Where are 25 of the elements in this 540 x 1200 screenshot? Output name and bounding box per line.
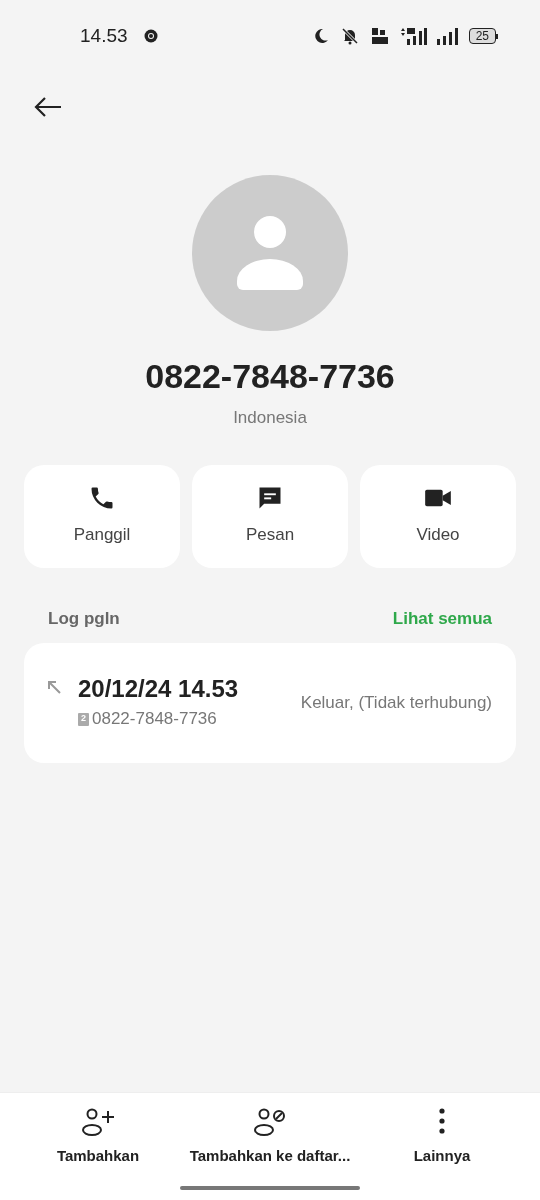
add-contact-button[interactable]: Tambahkan: [12, 1107, 184, 1168]
block-button[interactable]: Tambahkan ke daftar...: [184, 1107, 356, 1168]
message-button[interactable]: Pesan: [192, 464, 348, 568]
outgoing-arrow-icon: [46, 679, 62, 695]
back-icon[interactable]: [34, 96, 62, 118]
browser-icon: [143, 29, 158, 43]
call-datetime: 20/12/24 14.53: [78, 674, 239, 705]
signal-icon: [436, 27, 459, 45]
signal-icon: [398, 27, 427, 45]
battery-level: 25: [468, 28, 496, 44]
more-button[interactable]: Lainnya: [356, 1107, 528, 1168]
call-button[interactable]: Panggil: [24, 464, 180, 568]
contact-number: 0822-7848-7736: [145, 356, 395, 397]
block-person-icon: [253, 1107, 287, 1137]
call-status: Keluar, (Tidak terhubung): [300, 692, 492, 715]
call-number: 0822-7848-7736: [92, 708, 217, 731]
more-icon: [438, 1107, 446, 1137]
add-person-icon: [81, 1107, 115, 1137]
section-title: Log pgln: [48, 607, 120, 630]
call-log-card[interactable]: 20/12/24 14.53 2 0822-7848-7736 Keluar, (Tidak terhubung): [24, 643, 516, 763]
sim-badge: 2: [78, 712, 89, 726]
status-time: 14.53: [80, 23, 128, 48]
video-button[interactable]: Video: [360, 464, 516, 568]
moon-icon: [312, 28, 329, 44]
contact-country: Indonesia: [233, 407, 307, 429]
